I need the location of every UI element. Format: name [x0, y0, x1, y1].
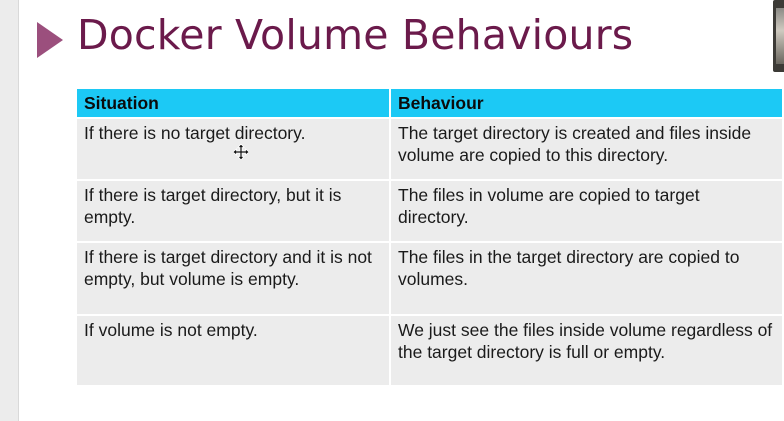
situation-cell: If volume is not empty. [77, 314, 391, 385]
table-row: If there is target directory and it is n… [77, 241, 782, 315]
table-header-row: Situation Behaviour [77, 89, 782, 118]
behaviour-cell: The files in volume are copied to target… [390, 179, 782, 242]
table-row: If there is no target directory. The tar… [77, 117, 782, 180]
table-row: If volume is not empty. We just see the … [77, 314, 782, 385]
presentation-slide: Docker Volume Behaviours Situation Behav… [19, 0, 784, 421]
behaviour-cell: We just see the files inside volume rega… [390, 314, 782, 385]
header-behaviour: Behaviour [390, 89, 782, 118]
header-situation: Situation [77, 89, 391, 118]
behaviour-cell: The files in the target directory are co… [390, 241, 782, 315]
table-row: If there is target directory, but it is … [77, 179, 782, 242]
triangle-bullet-icon [37, 22, 63, 58]
video-thumbnail[interactable] [773, 0, 784, 72]
situation-cell: If there is target directory, but it is … [77, 179, 391, 242]
slide-title: Docker Volume Behaviours [77, 11, 634, 59]
screen: Docker Volume Behaviours Situation Behav… [0, 0, 784, 421]
situation-cell: If there is target directory and it is n… [77, 241, 391, 315]
behaviour-table: Situation Behaviour If there is no targe… [77, 89, 782, 385]
behaviour-cell: The target directory is created and file… [390, 117, 782, 180]
move-cursor-icon [233, 144, 249, 160]
